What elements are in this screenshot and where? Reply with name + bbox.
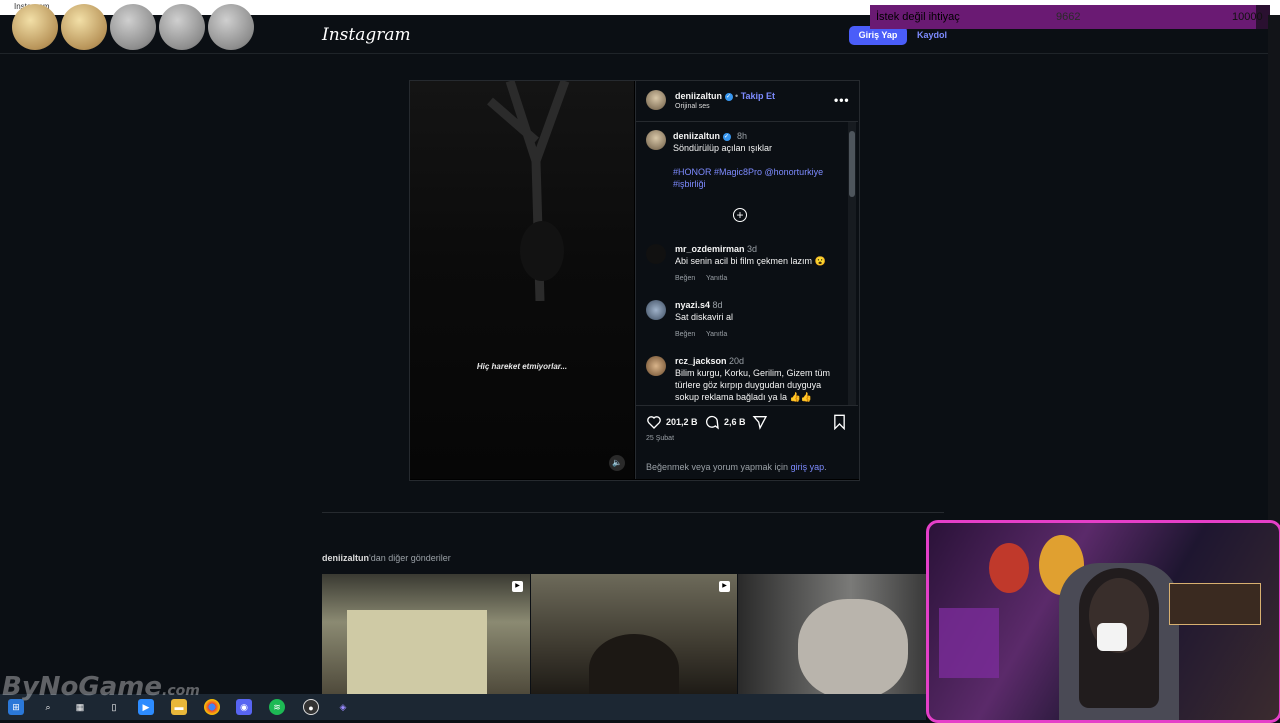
more-posts-username[interactable]: deniizaltun (322, 553, 369, 563)
file-icon[interactable]: ▯ (106, 699, 122, 715)
separator-dot: • (735, 91, 739, 101)
comment-text: Sat diskaviri al (675, 312, 734, 322)
more-posts-heading: deniizaltun'dan diğer gönderiler (322, 553, 451, 563)
video-frame-tree (487, 81, 570, 301)
thumbnail-image (347, 610, 487, 694)
coin-icon (61, 4, 107, 50)
divider (635, 405, 858, 406)
coin-icon (159, 4, 205, 50)
reel-icon: ▶ (719, 581, 730, 592)
divider (635, 121, 858, 122)
author-avatar[interactable] (646, 90, 666, 110)
login-prompt-text: Beğenmek veya yorum yapmak için (646, 462, 791, 472)
caption-text: Söndürülüp açılan ışıklar (673, 143, 773, 153)
audio-label[interactable]: Orijinal ses (675, 103, 710, 110)
verified-icon: ✓ (722, 132, 731, 141)
watermark-text: ByNoGame (2, 672, 162, 702)
goal-target: 10000 (1232, 11, 1263, 23)
comment-time: 20d (729, 356, 745, 366)
like-icon[interactable] (646, 414, 662, 430)
webcam-overlay (926, 520, 1280, 723)
comment-text: türlere göz kırpıp duygudan duyguya (675, 380, 822, 390)
share-icon[interactable] (752, 414, 768, 430)
caption-username[interactable]: deniizaltun (673, 131, 720, 141)
verified-icon: ✓ (724, 92, 733, 101)
load-more-comments-icon[interactable]: + (733, 208, 747, 222)
spotify-icon[interactable]: ≋ (269, 699, 285, 715)
save-icon[interactable] (832, 414, 847, 430)
comment-text: sokup reklama bağladı ya la 👍👍 (675, 392, 812, 402)
commenter-avatar[interactable] (646, 300, 666, 320)
goal-current: 9662 (1056, 11, 1081, 23)
comments-scrollbar-thumb[interactable] (849, 131, 855, 197)
start-icon[interactable]: ⊞ (8, 699, 24, 715)
video-caption: Hiç hareket etmiyorlar... (476, 362, 568, 371)
chrome-icon[interactable] (204, 699, 220, 715)
coin-icon (12, 4, 58, 50)
caption-avatar[interactable] (646, 130, 666, 150)
coin-icon (110, 4, 156, 50)
thumbnail-image (589, 634, 679, 694)
follow-button[interactable]: Takip Et (741, 91, 775, 101)
caption-tags[interactable]: #işbirliği (673, 178, 706, 190)
comment-text: Abi senin acil bi film çekmen lazım 😮 (675, 256, 826, 266)
instagram-logo[interactable]: Instagram (322, 25, 411, 45)
comment-like-button[interactable]: Beğen (675, 275, 695, 282)
caption-header: deniizaltun ✓ 8h (673, 131, 747, 141)
author-row: deniizaltun ✓ • Takip Et (675, 91, 775, 101)
watermark-suffix: .com (162, 683, 200, 699)
comment-username[interactable]: mr_ozdemirman (675, 244, 745, 254)
comment-text: Bilim kurgu, Korku, Gerilim, Gizem tüm (675, 368, 831, 378)
login-prompt: Beğenmek veya yorum yapmak için giriş ya… (646, 462, 827, 472)
more-posts-suffix: 'dan diğer gönderiler (369, 553, 451, 563)
divider (322, 512, 944, 513)
webcam-background (989, 543, 1029, 593)
comment-like-button[interactable]: Beğen (675, 331, 695, 338)
webcam-background (939, 608, 999, 678)
app-icon[interactable]: ◈ (335, 699, 351, 715)
post-date: 25 Şubat (646, 435, 675, 442)
comment-time: 8d (712, 300, 723, 310)
webcam-background (1097, 623, 1127, 651)
caption-time: 8h (737, 131, 748, 141)
comment-reply-button[interactable]: Yanıtla (706, 275, 727, 282)
more-post-thumbnail[interactable] (738, 574, 926, 694)
discord-icon[interactable]: ◉ (236, 699, 252, 715)
login-prompt-link[interactable]: giriş yap (791, 462, 825, 472)
watermark: ByNoGame.com (2, 672, 200, 702)
zoom-icon[interactable]: ▶ (138, 699, 154, 715)
comment-header: rcz_jackson 20d (675, 356, 744, 366)
likes-count[interactable]: 201,2 B (666, 417, 698, 427)
reel-icon: ▶ (512, 581, 523, 592)
coin-icon (208, 4, 254, 50)
search-icon[interactable]: ⌕ (40, 699, 56, 715)
comment-reply-button[interactable]: Yanıtla (706, 331, 727, 338)
more-post-thumbnail[interactable] (322, 574, 530, 694)
comments-count[interactable]: 2,6 B (724, 417, 746, 427)
folder-icon[interactable]: ▬ (171, 699, 187, 715)
commenter-avatar[interactable] (646, 356, 666, 376)
comment-icon[interactable] (704, 414, 720, 430)
caption-tags[interactable]: #HONOR #Magic8Pro @honorturkiye (673, 166, 823, 178)
obs-icon[interactable]: ● (303, 699, 319, 715)
comment-username[interactable]: rcz_jackson (675, 356, 727, 366)
signup-link[interactable]: Kaydol (917, 30, 947, 40)
commenter-avatar[interactable] (646, 244, 666, 264)
login-prompt-suffix: . (824, 462, 827, 472)
comment-time: 3d (747, 244, 758, 254)
author-username[interactable]: deniizaltun (675, 91, 722, 101)
mute-button[interactable]: 🔈 (609, 455, 625, 471)
thumbnail-image (798, 599, 908, 694)
webcam-background (1169, 583, 1261, 625)
goal-label: İstek değil ihtiyaç (876, 11, 960, 23)
task-view-icon[interactable]: ▦ (72, 699, 88, 715)
comment-username[interactable]: nyazi.s4 (675, 300, 710, 310)
more-options-icon[interactable]: ••• (834, 93, 850, 107)
comment-header: mr_ozdemirman 3d (675, 244, 757, 254)
more-post-thumbnail[interactable] (531, 574, 737, 694)
comment-header: nyazi.s4 8d (675, 300, 723, 310)
